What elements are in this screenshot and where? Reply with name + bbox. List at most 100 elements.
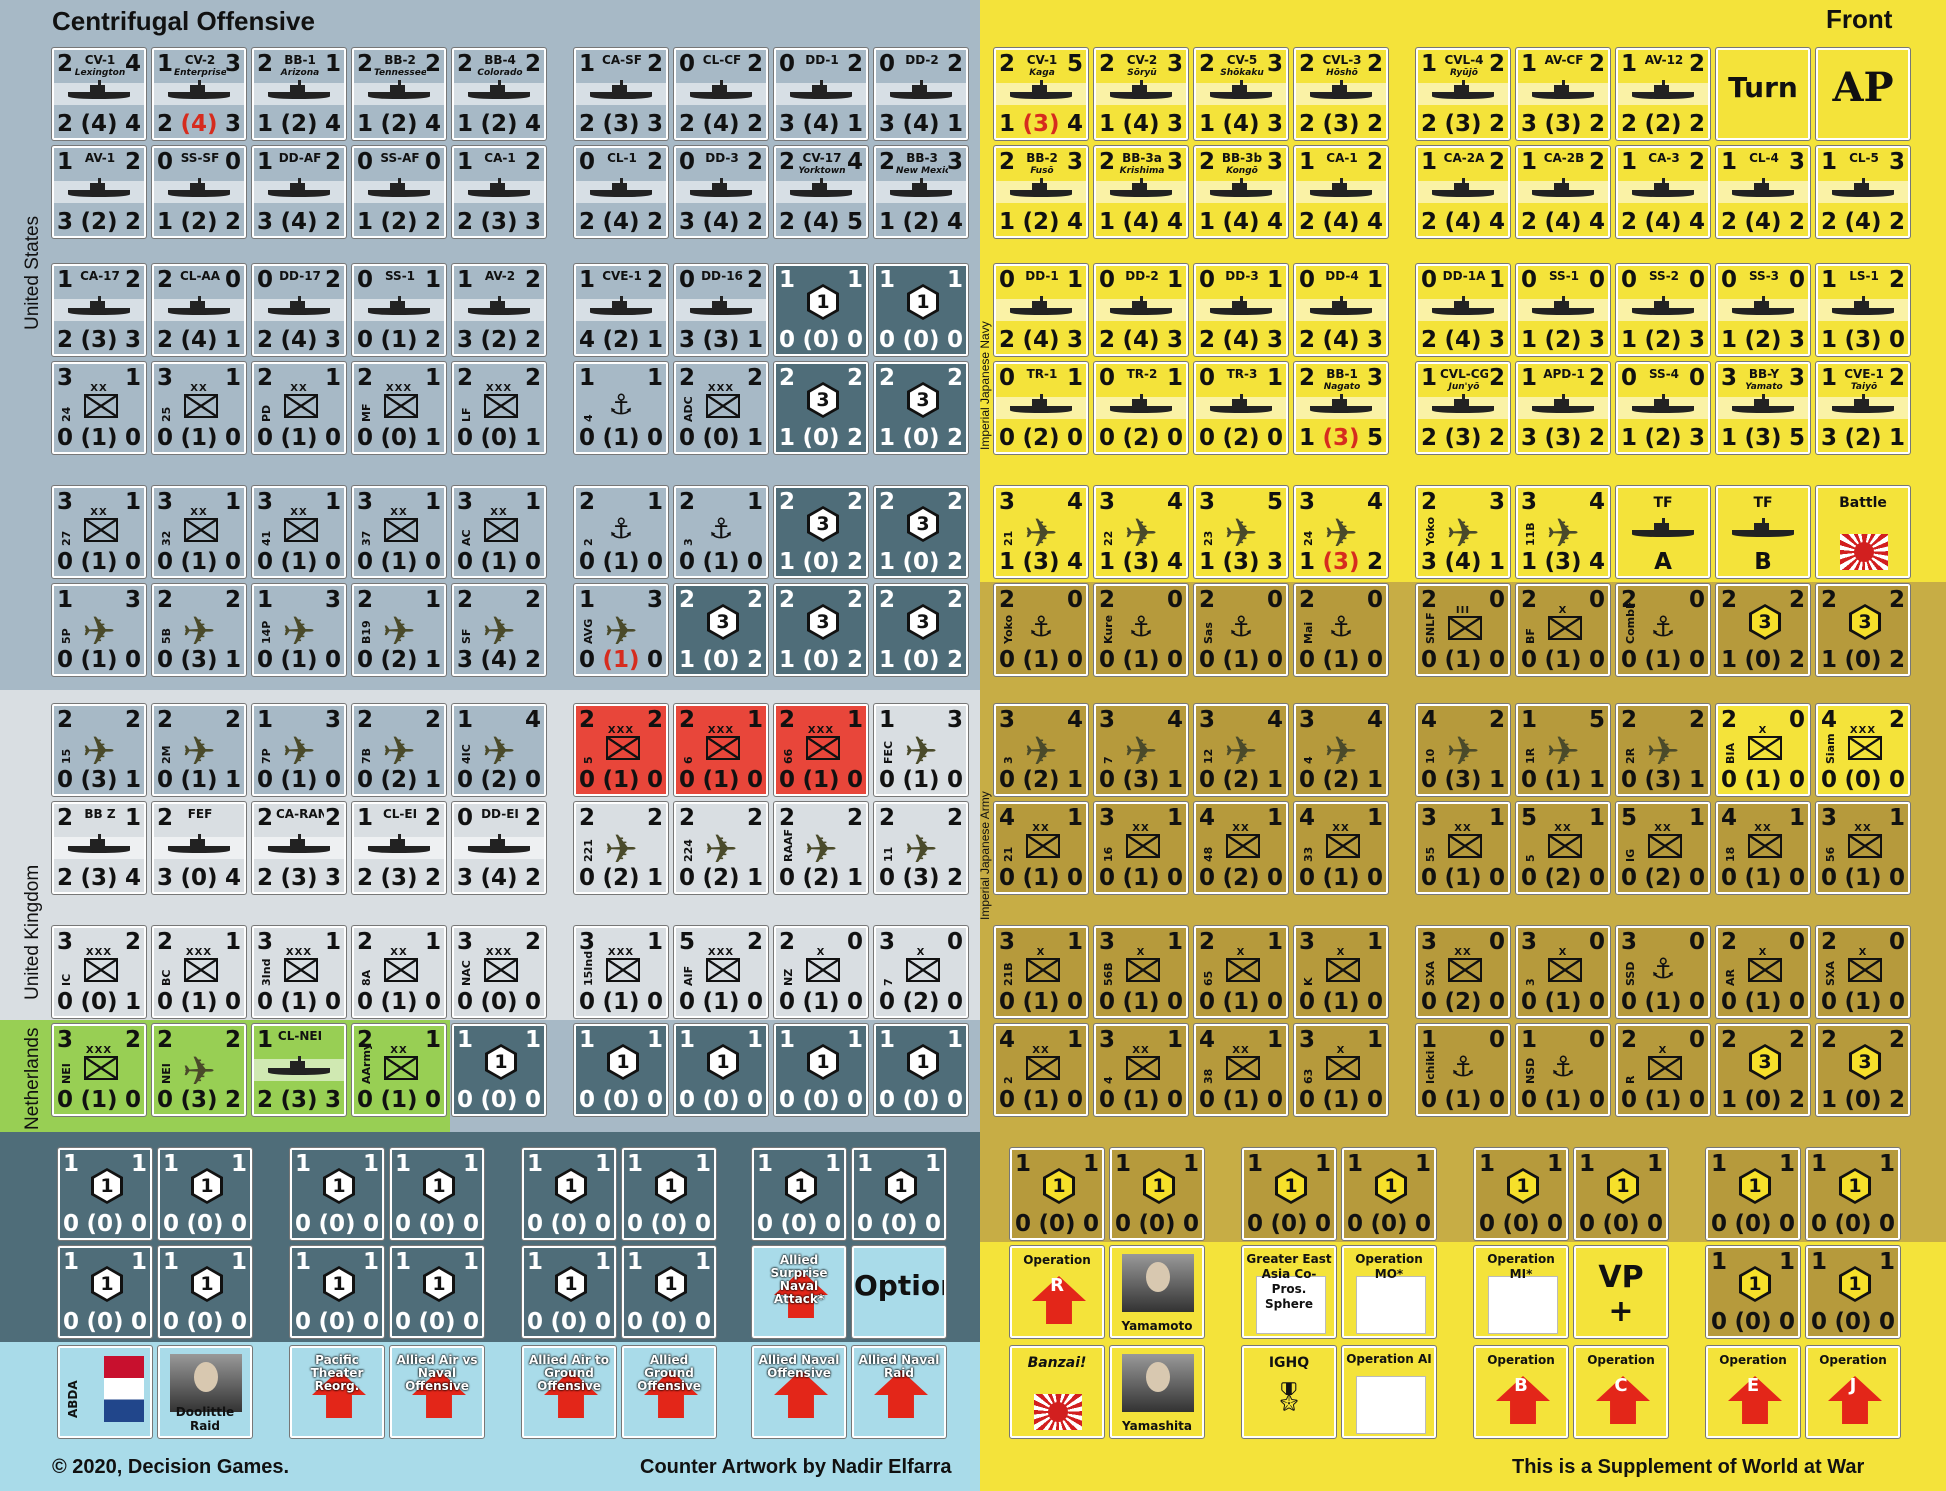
counter-ship[interactable]: 0 2 3 (4) 1 DD-1: [773, 47, 869, 141]
counter-hex[interactable]: 1 1 0 (0) 0 1: [157, 1245, 253, 1339]
counter-hex[interactable]: 1 1 0 (0) 0 1: [289, 1147, 385, 1241]
counter-ship[interactable]: 1 2 2 (3) 3 CA-SF: [573, 47, 669, 141]
counter-unit[interactable]: 2 2 0 (0) 1 XXX ADC: [673, 361, 769, 455]
counter-unit[interactable]: 3 1 0 (1) 0 XX 37: [351, 485, 447, 579]
counter-arrow[interactable]: Allied Naval Raid: [851, 1345, 947, 1439]
counter-hex[interactable]: 1 1 0 (0) 0 1: [451, 1023, 547, 1117]
counter-unit[interactable]: 4 2 0 (0) 0 XXX Siam: [1815, 703, 1911, 797]
counter-unit[interactable]: 3 1 0 (1) 0 XX AC: [451, 485, 547, 579]
counter-ship[interactable]: 0 1 2 (4) 3 DD-3: [1193, 263, 1289, 357]
counter-air[interactable]: 3 4 1 (3) 4 ✈ 21: [993, 485, 1089, 579]
counter-unit[interactable]: 3 1 0 (1) 0 XX 27: [51, 485, 147, 579]
counter-air[interactable]: 2 2 0 (2) 1 ✈ 7B: [351, 703, 447, 797]
counter-ship[interactable]: 2 3 1 (4) 3 CV-5 Shōkaku: [1193, 47, 1289, 141]
counter-hex[interactable]: 1 1 0 (0) 0 1: [57, 1245, 153, 1339]
counter-hex[interactable]: 1 1 0 (0) 0 1: [673, 1023, 769, 1117]
counter-anchor[interactable]: 1 1 0 (1) 0 ⚓ 4: [573, 361, 669, 455]
counter-anchor[interactable]: 2 1 0 (1) 0 ⚓ 3: [673, 485, 769, 579]
counter-air[interactable]: 2 1 0 (2) 1 ✈ B19: [351, 583, 447, 677]
counter-hex[interactable]: 1 1 0 (0) 0 1: [521, 1147, 617, 1241]
counter-unit[interactable]: 3 0 0 (2) 0 X 7: [873, 925, 969, 1019]
counter-unit[interactable]: 4 1 0 (1) 0 XX 2: [993, 1023, 1089, 1117]
counter-hex[interactable]: 1 1 0 (0) 0 1: [1705, 1245, 1801, 1339]
counter-unit[interactable]: 2 1 0 (1) 0 XX 8A: [351, 925, 447, 1019]
counter-ship[interactable]: 0 1 2 (4) 3 DD-1: [993, 263, 1089, 357]
counter-ship[interactable]: 1 2 3 (2) 2 AV-1: [51, 145, 147, 239]
counter-arrow[interactable]: Pacific Theater Reorg.: [289, 1345, 385, 1439]
counter-label[interactable]: Turn: [1715, 47, 1811, 141]
counter-ship[interactable]: 1 2 4 (2) 1 CVE-1: [573, 263, 669, 357]
counter-anchor[interactable]: 2 0 0 (1) 0 ⚓ Sas: [1193, 583, 1289, 677]
counter-map[interactable]: Greater East Asia Co-Pros. Sphere: [1241, 1245, 1337, 1339]
counter-air[interactable]: 2 2 0 (3) 1 ✈ 2R: [1615, 703, 1711, 797]
counter-ship[interactable]: 0 2 3 (3) 1 DD-16: [673, 263, 769, 357]
counter-air[interactable]: 1 5 0 (1) 1 ✈ 1R: [1515, 703, 1611, 797]
counter-ship[interactable]: 0 0 1 (2) 2 SS-SF: [151, 145, 247, 239]
counter-ship[interactable]: 2 1 1 (2) 4 BB-1 Arizona: [251, 47, 347, 141]
counter-unit[interactable]: 2 1 0 (1) 0 X 65: [1193, 925, 1289, 1019]
counter-arrow[interactable]: Allied Air vs Naval Offensive: [389, 1345, 485, 1439]
counter-banzai[interactable]: Banzai!: [1009, 1345, 1105, 1439]
counter-unit[interactable]: 3 1 0 (1) 0 XXX 3Ind: [251, 925, 347, 1019]
counter-ship[interactable]: 231(2)4BB-3New Mexico: [873, 145, 969, 239]
counter-arrow[interactable]: Operation J: [1805, 1345, 1901, 1439]
counter-air[interactable]: 4 2 0 (3) 1 ✈ 10: [1415, 703, 1511, 797]
counter-unit[interactable]: 5 1 0 (2) 0 XX 5: [1515, 801, 1611, 895]
counter-ship[interactable]: 0 2 2 (4) 2 CL-1: [573, 145, 669, 239]
counter-arrow[interactable]: Allied Surprise Naval Attack*: [751, 1245, 847, 1339]
counter-air[interactable]: 1 3 0 (1) 0 ✈ 7P: [251, 703, 347, 797]
counter-ship[interactable]: 0 0 1 (2) 2 SS-AF: [351, 145, 447, 239]
counter-air[interactable]: 3 4 1 (3) 2 ✈ 24: [1293, 485, 1389, 579]
counter-air[interactable]: 1 3 0 (1) 0 ✈ 14P: [251, 583, 347, 677]
counter-unit[interactable]: 2 0 0 (1) 0 X BF: [1515, 583, 1611, 677]
counter-unit[interactable]: 2 0 0 (1) 0 III SNLF: [1415, 583, 1511, 677]
counter-hex[interactable]: 2 2 1 (0) 2 3: [873, 361, 969, 455]
counter-air[interactable]: 3 4 0 (2) 1 ✈ 12: [1193, 703, 1289, 797]
counter-ship[interactable]: 2 3 1 (2) 4 BB-2 Fusō: [993, 145, 1089, 239]
counter-air[interactable]: 2 2 0 (3) 2 ✈ 11: [873, 801, 969, 895]
counter-air[interactable]: 2 2 0 (2) 1 ✈ 221: [573, 801, 669, 895]
counter-ship[interactable]: 0 2 3 (4) 1 DD-2: [873, 47, 969, 141]
counter-hex[interactable]: 1 1 0 (0) 0 1: [1805, 1147, 1901, 1241]
counter-air[interactable]: 2 2 0 (3) 1 ✈ 5B: [151, 583, 247, 677]
counter-hex[interactable]: 1 1 0 (0) 0 1: [573, 1023, 669, 1117]
counter-ship[interactable]: 1 2 (3) 3 CL-NEI: [251, 1023, 347, 1117]
counter-ship[interactable]: 0 0 1 (2) 3 SS-4: [1615, 361, 1711, 455]
counter-hex[interactable]: 2 2 1 (0) 2 3: [1715, 1023, 1811, 1117]
counter-ship[interactable]: 1 2 2 (4) 4 CA-2B: [1515, 145, 1611, 239]
counter-arrow[interactable]: Operation R: [1009, 1245, 1105, 1339]
counter-vp[interactable]: VP +: [1573, 1245, 1669, 1339]
counter-hex[interactable]: 1 1 0 (0) 0 1: [873, 263, 969, 357]
counter-unit[interactable]: 4 1 0 (2) 0 XX 48: [1193, 801, 1289, 895]
counter-ship[interactable]: 2 3 (0) 4 FEF: [151, 801, 247, 895]
counter-label[interactable]: Option: [851, 1245, 947, 1339]
counter-cap[interactable]: IGHQ 🎖: [1241, 1345, 1337, 1439]
counter-air[interactable]: 2 2 0 (3) 2 ✈ NEI: [151, 1023, 247, 1117]
counter-air[interactable]: 2 2 0 (3) 1 ✈ 15: [51, 703, 147, 797]
counter-unit[interactable]: 3 1 0 (1) 0 XX 4: [1093, 1023, 1189, 1117]
counter-ship[interactable]: 1 3 2 (4) 3 CV-2 Enterprise: [151, 47, 247, 141]
counter-unit[interactable]: 3 1 0 (1) 0 X 63: [1293, 1023, 1389, 1117]
counter-ship[interactable]: 1 2 2 (3) 2 CVL-4 Ryūjō: [1415, 47, 1511, 141]
counter-unit[interactable]: 4 1 0 (1) 0 XX 33: [1293, 801, 1389, 895]
counter-air[interactable]: 2 2 3 (4) 2 ✈ SF: [451, 583, 547, 677]
counter-hex[interactable]: 1 1 0 (0) 0 1: [1109, 1147, 1205, 1241]
counter-air[interactable]: 1 3 0 (1) 0 ✈ 5P: [51, 583, 147, 677]
counter-anchor[interactable]: 2 1 0 (1) 0 ⚓ 2: [573, 485, 669, 579]
counter-ship[interactable]: 1 2 2 (3) 2 CVL-CG Jun'yō: [1415, 361, 1511, 455]
counter-arrow[interactable]: Allied Air to Ground Offensive: [521, 1345, 617, 1439]
counter-hex[interactable]: 1 1 0 (0) 0 1: [1805, 1245, 1901, 1339]
counter-air[interactable]: 1 3 0 (1) 0 ✈ AVG: [573, 583, 669, 677]
counter-unit[interactable]: 2 1 0 (1) 0 XXX BC: [151, 925, 247, 1019]
counter-hex[interactable]: 1 1 0 (0) 0 1: [751, 1147, 847, 1241]
counter-hex[interactable]: 2 2 1 (0) 2 3: [773, 485, 869, 579]
counter-unit[interactable]: 3 1 0 (1) 0 X 56B: [1093, 925, 1189, 1019]
counter-air[interactable]: 3 4 0 (2) 1 ✈ 3: [993, 703, 1089, 797]
counter-ship[interactable]: 1 2 2 (4) 4 CA-2A: [1415, 145, 1511, 239]
counter-map[interactable]: Operation MO*: [1341, 1245, 1437, 1339]
counter-ship[interactable]: 2 3 1 (4) 4 BB-3a Krishima: [1093, 145, 1189, 239]
counter-hex[interactable]: 1 1 0 (0) 0 1: [1473, 1147, 1569, 1241]
counter-ship[interactable]: 0 0 1 (2) 3 SS-1: [1515, 263, 1611, 357]
counter-unit[interactable]: 2 1 0 (1) 0 XX PD: [251, 361, 347, 455]
counter-ship[interactable]: 1 2 3 (2) 2 AV-2: [451, 263, 547, 357]
